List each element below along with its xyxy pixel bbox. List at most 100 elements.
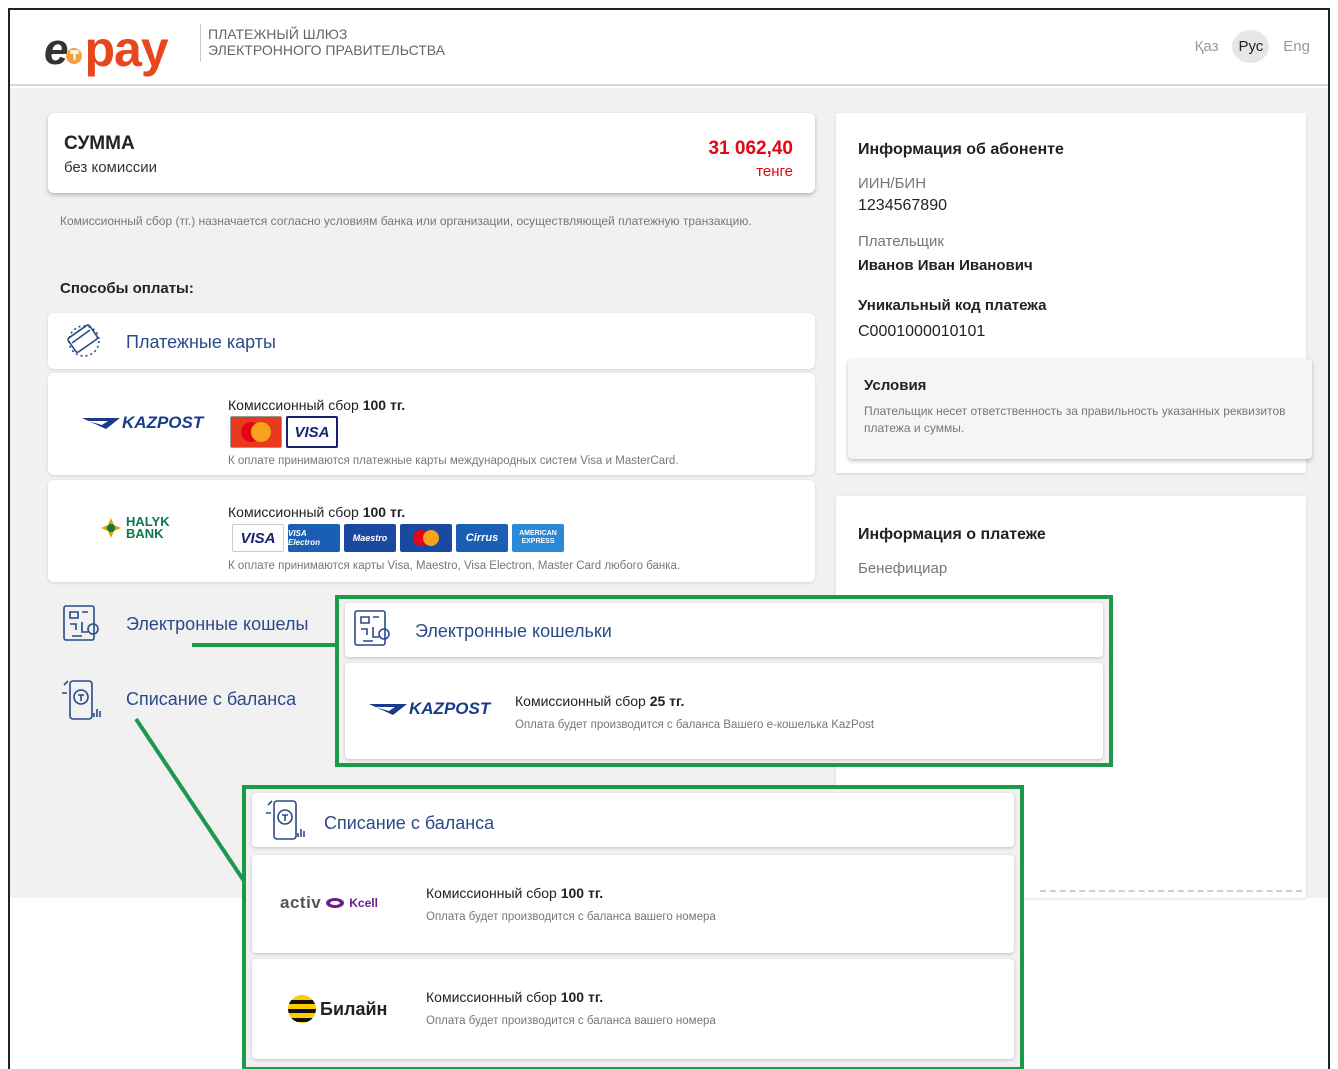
beeline-note: Оплата будет производится с баланса ваше… [426,1015,716,1027]
beeline-logo-text: Билайн [320,998,388,1019]
visa-electron-badge: VISA Electron [288,524,340,552]
lang-kaz[interactable]: Қаз [1189,30,1225,63]
payment-info-title: Информация о платеже [858,526,1046,543]
mastercard-icon [413,530,439,546]
connector-balance [134,717,246,883]
payment-code-label: Уникальный код платежа [858,297,1047,314]
wallet-circuit-icon [63,605,99,641]
fee-prefix: Комиссионный сбор [426,989,557,1005]
credit-card-icon [67,324,100,357]
conditions-text: Плательщик несет ответственность за прав… [864,404,1286,435]
halyk-fee: Комиссионный сбор 100 тг. [228,504,405,520]
conditions-title: Условия [864,377,927,394]
logo-tenge-icon: ₸ [66,48,83,64]
wallet-overlay-panel: Электронные кошельки KAZPOST Комиссионны… [335,595,1113,767]
subscriber-title: Информация об абоненте [858,141,1064,158]
dashed-divider [1040,890,1302,892]
logo-e: e [44,25,69,74]
mastercard-badge [230,416,282,448]
fee-prefix: Комиссионный сбор [426,885,557,901]
logo-pay: pay [84,21,168,77]
beneficiary-label: Бенефициар [858,560,948,577]
kazpost-logo-text: KAZPOST [122,413,204,432]
fee-value: 100 тг. [362,397,406,413]
beeline-option[interactable]: Билайн Комиссионный сбор 100 тг. Оплата … [252,959,1014,1059]
kcell-logo-text: Kcell [349,896,378,910]
fee-value: 25 тг. [649,693,685,709]
iin-value: 1234567890 [858,197,947,214]
fee-prefix: Комиссионный сбор [228,397,359,413]
language-switcher: Қаз Рус Eng [1189,30,1316,63]
fee-value: 100 тг. [560,885,604,901]
beeline-ball-icon [288,995,316,1023]
mastercard-badge [400,524,452,552]
activ-note: Оплата будет производится с баланса ваше… [426,911,716,923]
phone-balance-icon [62,680,101,720]
page-frame: e ₸ pay ПЛАТЕЖНЫЙ ШЛЮЗ ЭЛЕКТРОННОГО ПРАВ… [8,8,1330,1069]
activ-kcell-logo: activ Kcell [280,893,378,913]
sum-title: СУММА [64,133,135,154]
maestro-badge: Maestro [344,524,396,552]
side-item-wallets-label: Электронные кошелы [126,613,309,634]
kazpost-card-option[interactable]: KAZPOST Комиссионный сбор 100 тг. VISA К… [48,373,815,475]
kazpost-logo: KAZPOST [369,699,490,719]
conditions-card: Условия Плательщик несет ответственность… [848,359,1312,459]
halyk-card-option[interactable]: HALYK BANK Комиссионный сбор 100 тг. VIS… [48,480,815,582]
kazpost-wing-icon [369,704,407,715]
side-item-wallets[interactable]: Электронные кошелы [60,602,308,646]
halyk-logo: HALYK BANK [100,515,170,541]
fee-value: 100 тг. [362,504,406,520]
activ-fee: Комиссионный сбор 100 тг. [426,885,603,901]
balance-overlay-header[interactable]: Списание с баланса [252,793,1014,847]
halyk-line-2: BANK [126,526,164,541]
payment-code-value: C0001000010101 [858,323,986,340]
sum-currency: тенге [756,163,793,180]
cirrus-badge: Cirrus [456,524,508,552]
kazpost-wallet-option[interactable]: KAZPOST Комиссионный сбор 25 тг. Оплата … [345,663,1103,759]
iin-label: ИИН/БИН [858,175,927,192]
halyk-logo-text: HALYK BANK [126,515,170,541]
balance-overlay-label: Списание с баланса [324,813,495,833]
wallet-overlay-header[interactable]: Электронные кошельки [345,603,1103,657]
mastercard-icon [241,422,271,442]
fee-prefix: Комиссионный сбор [228,504,359,520]
kazpost-fee: Комиссионный сбор 100 тг. [228,397,405,413]
side-item-balance-label: Списание с баланса [126,688,297,709]
kcell-swirl-icon [326,898,345,908]
payer-value: Иванов Иван Иванович [858,257,1033,274]
caption-line-2: ЭЛЕКТРОННОГО ПРАВИТЕЛЬСТВА [208,42,446,58]
amex-badge: AMERICAN EXPRESS [512,524,564,552]
payment-cards-header[interactable]: Платежные карты [48,313,815,369]
sum-amount: 31 062,40 [708,138,793,159]
caption-line-1: ПЛАТЕЖНЫЙ ШЛЮЗ [208,26,348,42]
payer-label: Плательщик [858,233,944,250]
kazpost-logo: KAZPOST [82,413,203,433]
logo-divider [200,24,201,62]
phone-balance-icon [266,800,305,840]
sum-subtitle: без комиссии [64,159,158,176]
payment-cards-label: Платежные карты [126,332,276,352]
visa-badge: VISA [232,524,284,552]
logo-caption: ПЛАТЕЖНЫЙ ШЛЮЗ ЭЛЕКТРОННОГО ПРАВИТЕЛЬСТВ… [208,26,445,58]
kazpost-logo-text: KAZPOST [409,699,491,718]
lang-eng[interactable]: Eng [1277,30,1316,63]
beeline-logo: Билайн [288,995,387,1023]
fee-prefix: Комиссионный сбор [515,693,646,709]
kazpost-wing-icon [82,418,120,429]
header: e ₸ pay ПЛАТЕЖНЫЙ ШЛЮЗ ЭЛЕКТРОННОГО ПРАВ… [10,10,1328,86]
epay-logo[interactable]: e ₸ pay [44,18,169,77]
kazpost-accept-note: К оплате принимаются платежные карты меж… [228,455,679,467]
fee-value: 100 тг. [560,989,604,1005]
connector-wallets [192,643,338,647]
halyk-accept-note: К оплате принимаются карты Visa, Maestro… [228,560,681,572]
activ-logo-text: activ [280,893,322,912]
lang-rus[interactable]: Рус [1232,30,1270,63]
commission-note: Комиссионный сбор (тг.) назначается согл… [60,214,752,228]
balance-overlay-panel: Списание с баланса activ Kcell Комиссион… [242,785,1024,1069]
wallet-fee: Комиссионный сбор 25 тг. [515,693,684,709]
halyk-emblem-icon [101,518,121,538]
methods-title: Способы оплаты: [60,280,194,297]
activ-kcell-option[interactable]: activ Kcell Комиссионный сбор 100 тг. Оп… [252,855,1014,953]
sum-card: СУММА без комиссии 31 062,40 тенге [48,113,815,193]
wallet-circuit-icon [354,610,390,646]
